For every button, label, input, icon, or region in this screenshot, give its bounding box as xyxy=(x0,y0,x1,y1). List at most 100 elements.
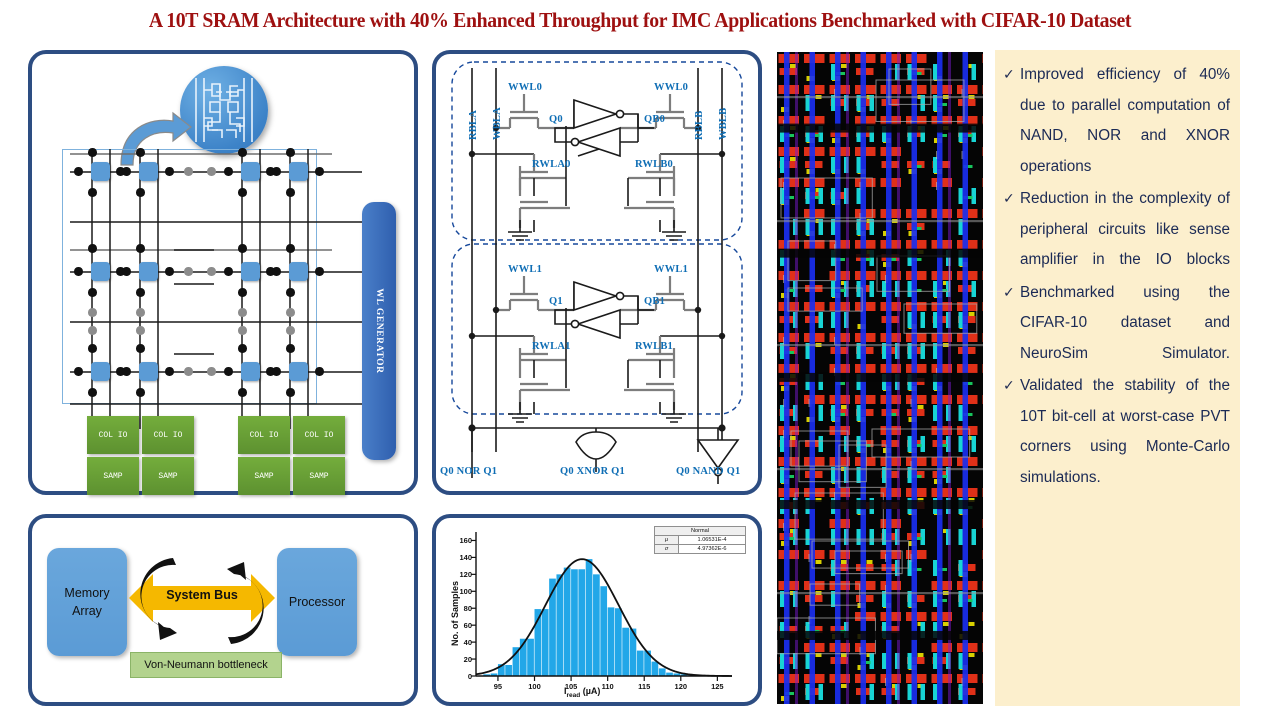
layout-shape xyxy=(933,560,938,576)
highlight-item: ✓ Improved efficiency of 40% due to paral… xyxy=(1003,60,1230,182)
node-dot xyxy=(88,148,97,157)
layout-shape xyxy=(869,684,874,700)
node-dot xyxy=(315,267,324,276)
layout-shape xyxy=(968,312,975,316)
layout-shape xyxy=(982,643,983,652)
label-qb1: QB1 xyxy=(644,296,666,307)
layout-shape xyxy=(982,240,983,249)
check-icon: ✓ xyxy=(1003,191,1015,207)
sram-cell xyxy=(241,162,260,181)
node-dot xyxy=(165,367,174,376)
layout-shape xyxy=(917,405,924,409)
layout-shape xyxy=(971,281,976,297)
normal-fit-legend: Normal μ 1.06531E-4 σ 4.97362E-6 xyxy=(654,526,746,554)
layout-shape xyxy=(958,312,963,328)
y-tick-label: 120 xyxy=(459,570,472,580)
node-dot xyxy=(136,288,145,297)
node-dot xyxy=(238,148,247,157)
layout-shape xyxy=(831,312,836,328)
node-dot xyxy=(165,267,174,276)
histogram-bar xyxy=(578,569,586,676)
von-neumann-panel: Memory Array System Bus Processor Von-Ne… xyxy=(28,514,418,706)
layout-shape xyxy=(982,178,983,187)
output-nand-label: Q0 NAND Q1 xyxy=(676,466,741,477)
layout-shape xyxy=(777,123,983,133)
sense-amp-block: SAMP xyxy=(87,457,139,495)
col-io-block: COL IO xyxy=(87,416,139,454)
architecture-panel: WL GENERATOR COL IO COL IO COL IO COL IO… xyxy=(28,50,418,495)
layout-shape xyxy=(856,188,861,204)
legend-key-sigma: σ xyxy=(655,545,679,553)
layout-shape xyxy=(982,333,983,342)
node-dot xyxy=(224,367,233,376)
sram-cell xyxy=(241,362,260,381)
layout-shape xyxy=(920,312,925,328)
ellipsis-dot xyxy=(184,267,193,276)
layout-shape xyxy=(907,684,912,700)
sram-array-ic-layout xyxy=(775,50,985,706)
histogram-bar xyxy=(527,638,534,676)
bottleneck-label: Von-Neumann bottleneck xyxy=(130,652,282,678)
node-dot xyxy=(122,267,131,276)
sense-amp-block: SAMP xyxy=(142,457,194,495)
processor-label: Processor xyxy=(288,594,346,609)
layout-shape xyxy=(971,436,976,452)
ellipsis-dot xyxy=(207,267,216,276)
layout-shape xyxy=(917,653,924,657)
layout-shape xyxy=(982,550,983,559)
layout-shape xyxy=(815,560,822,564)
layout-shape xyxy=(777,630,983,640)
circuit-diagram: .w { stroke:#1a1a1a; stroke-width:1.6; f… xyxy=(451,61,743,484)
node-dot xyxy=(88,188,97,197)
layout-shape xyxy=(907,281,912,297)
layout-shape xyxy=(780,653,785,669)
node-dot xyxy=(74,167,83,176)
layout-shape xyxy=(968,653,975,657)
layout-shape xyxy=(982,302,983,311)
layout-shape xyxy=(780,436,785,452)
sram-cell xyxy=(139,362,158,381)
histogram-bar xyxy=(593,574,600,676)
label-rwla1: RWLA1 xyxy=(532,341,571,352)
layout-shape xyxy=(907,64,912,80)
y-tick-label: 0 xyxy=(467,672,472,681)
ellipsis-dot xyxy=(136,308,145,317)
layout-shape xyxy=(933,653,938,669)
histogram-bar xyxy=(585,559,593,676)
page-title: A 10T SRAM Architecture with 40% Enhance… xyxy=(148,8,1132,32)
highlights-panel: ✓ Improved efficiency of 40% due to paral… xyxy=(995,50,1240,706)
col-io-block: COL IO xyxy=(238,416,290,454)
wl-generator-block: WL GENERATOR xyxy=(362,202,396,460)
label-q1: Q1 xyxy=(549,296,563,307)
node-dot xyxy=(136,244,145,253)
layout-shape xyxy=(856,281,861,297)
node-dot xyxy=(165,167,174,176)
node-dot xyxy=(224,267,233,276)
node-dot xyxy=(238,344,247,353)
layout-shape xyxy=(933,281,938,297)
sram-cell xyxy=(241,262,260,281)
y-tick-label: 20 xyxy=(463,655,472,665)
x-tick-label: 125 xyxy=(711,682,724,691)
label-wwl1-right: WWL1 xyxy=(654,264,689,275)
check-icon: ✓ xyxy=(1003,67,1015,83)
layout-shape xyxy=(982,674,983,683)
histogram-bar xyxy=(571,569,578,676)
highlight-item: ✓ Validated the stability of the 10T bit-… xyxy=(1003,371,1230,493)
node-dot xyxy=(272,167,281,176)
histogram-bar xyxy=(505,664,512,676)
highlight-text: Reduction in the complexity of periphera… xyxy=(1020,190,1230,268)
ellipsis-dot xyxy=(238,326,247,335)
layout-shape xyxy=(780,405,785,421)
layout-shape xyxy=(856,529,861,545)
layout-shape xyxy=(933,64,938,80)
node-dot xyxy=(88,244,97,253)
layout-shape xyxy=(777,468,983,471)
layout-shape xyxy=(907,653,912,669)
node-dot xyxy=(224,167,233,176)
col-io-block: COL IO xyxy=(293,416,345,454)
node-dot xyxy=(136,344,145,353)
layout-shape xyxy=(882,529,887,545)
layout-shape xyxy=(933,157,938,173)
legend-key-mu: μ xyxy=(655,536,679,544)
